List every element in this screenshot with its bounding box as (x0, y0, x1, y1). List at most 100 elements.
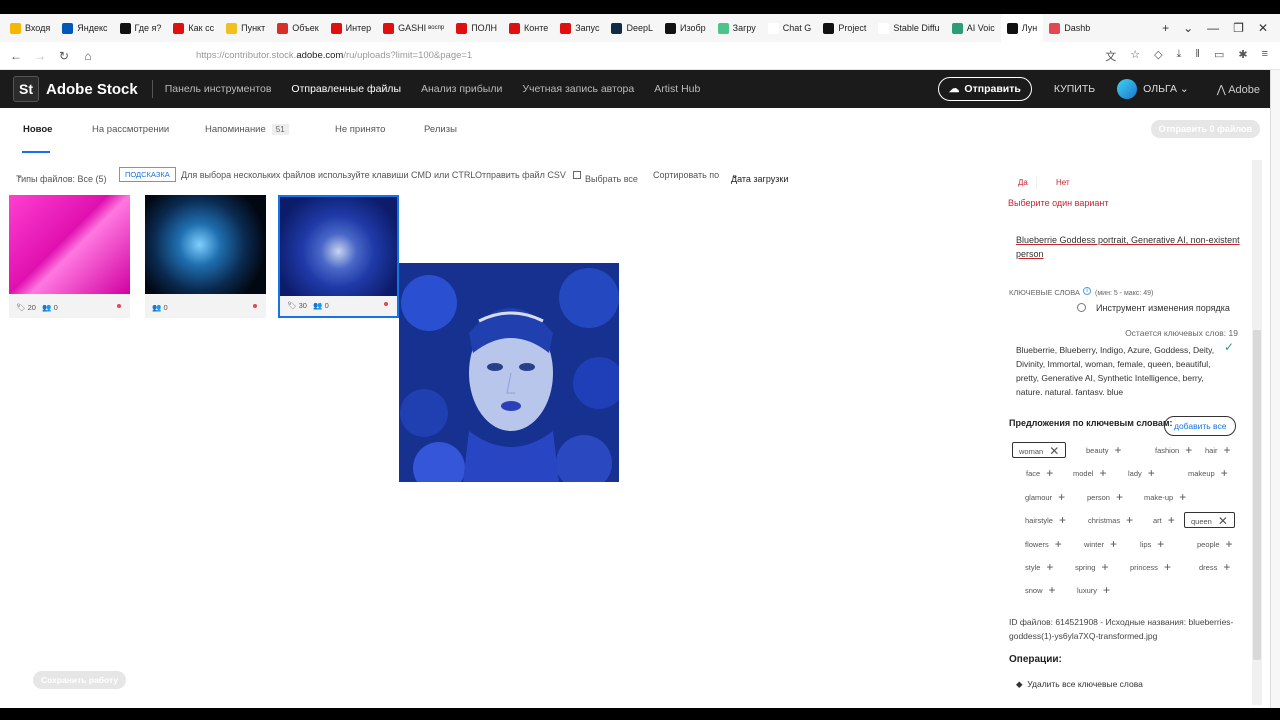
save-work-button[interactable]: Сохранить работу (33, 671, 127, 689)
add-icon[interactable]: + (1164, 560, 1171, 574)
thumbnail-circuit[interactable]: 👥 0 (145, 195, 266, 318)
add-icon[interactable]: + (1157, 537, 1164, 551)
user-menu[interactable]: ОЛЬГА ⌄ (1143, 83, 1189, 95)
keyword-chip-queen[interactable]: queen ✕ (1184, 512, 1235, 528)
keyword-chip-model[interactable]: model + (1067, 465, 1112, 481)
keyword-chip-hairstyle[interactable]: hairstyle + (1019, 512, 1072, 528)
reload-icon[interactable]: ↻ (52, 49, 76, 63)
page-scrollbar[interactable] (1270, 70, 1280, 708)
browser-tab[interactable]: Пункт (220, 14, 271, 42)
browser-tab[interactable]: AI Voic (946, 14, 1001, 42)
add-icon[interactable]: + (1185, 443, 1192, 457)
keyword-chip-style[interactable]: style + (1019, 559, 1059, 575)
send-files-button[interactable]: Отправить 0 файлов (1150, 120, 1260, 138)
add-icon[interactable]: + (1099, 466, 1106, 480)
scrollbar-thumb[interactable] (1253, 330, 1261, 660)
keyword-chip-luxury[interactable]: luxury + (1071, 582, 1116, 598)
keyword-chip-beauty[interactable]: beauty + (1080, 442, 1128, 458)
add-icon[interactable]: + (1055, 537, 1062, 551)
stock-logo[interactable]: St (13, 76, 39, 102)
downloads-icon[interactable]: ⤓ (1177, 48, 1182, 64)
tab-list-icon[interactable]: ⌄ (1183, 21, 1193, 35)
browser-tab[interactable]: Лун (1000, 14, 1044, 42)
nav-artist-hub[interactable]: Artist Hub (654, 83, 700, 95)
send-button[interactable]: ☁ Отправить (937, 77, 1032, 101)
add-icon[interactable]: + (1046, 466, 1053, 480)
add-icon[interactable]: + (1226, 537, 1233, 551)
keyword-chip-winter[interactable]: winter + (1078, 536, 1123, 552)
add-icon[interactable]: + (1168, 513, 1175, 527)
tab-releases[interactable]: Релизы (424, 124, 457, 135)
keyword-chip-makeup[interactable]: makeup + (1182, 465, 1234, 481)
add-icon[interactable]: + (1223, 560, 1230, 574)
keyword-chip-spring[interactable]: spring + (1069, 559, 1114, 575)
keyword-chip-lips[interactable]: lips + (1134, 536, 1170, 552)
keyword-chip-people[interactable]: people + (1191, 536, 1239, 552)
keyword-chip-christmas[interactable]: christmas + (1082, 512, 1139, 528)
library-icon[interactable]: ‖ (1195, 48, 1200, 64)
nav-dashboard[interactable]: Панель инструментов (165, 83, 272, 95)
remove-icon[interactable]: ✕ (1218, 514, 1228, 528)
browser-tab[interactable]: ПОЛН (450, 14, 503, 42)
keyword-chip-face[interactable]: face + (1020, 465, 1059, 481)
keyword-chip-make-up[interactable]: make-up + (1138, 489, 1192, 505)
add-icon[interactable]: + (1179, 490, 1186, 504)
brand-name[interactable]: Adobe Stock (46, 81, 138, 98)
url-field[interactable]: https://contributor.stock.adobe.com/ru/u… (196, 50, 472, 61)
bookmark-icon[interactable]: ☆ (1130, 48, 1140, 64)
nav-uploaded-files[interactable]: Отправленные файлы (291, 83, 401, 95)
tab-reminder[interactable]: Напоминание 51 (205, 124, 289, 135)
select-all-checkbox[interactable]: Выбрать все (573, 170, 638, 184)
keyword-chip-lady[interactable]: lady + (1122, 465, 1161, 481)
add-icon[interactable]: + (1101, 560, 1108, 574)
keyword-chip-fashion[interactable]: fashion + (1149, 442, 1198, 458)
keyword-chip-snow[interactable]: snow + (1019, 582, 1062, 598)
sidebar-icon[interactable]: ▭ (1214, 48, 1224, 64)
add-icon[interactable]: + (1058, 490, 1065, 504)
tab-in-review[interactable]: На рассмотрении (92, 124, 169, 135)
browser-tab[interactable]: Где я? (114, 14, 168, 42)
browser-tab[interactable]: Запус (554, 14, 605, 42)
browser-tab[interactable]: Интер (325, 14, 377, 42)
browser-tab[interactable]: DeepL (605, 14, 659, 42)
add-all-button[interactable]: добавить все (1164, 416, 1237, 436)
pocket-icon[interactable]: ◇ (1154, 48, 1162, 64)
close-window-icon[interactable]: ✕ (1258, 21, 1268, 35)
add-icon[interactable]: + (1103, 583, 1110, 597)
keyword-chip-hair[interactable]: hair + (1199, 442, 1237, 458)
add-icon[interactable]: + (1110, 537, 1117, 551)
title-field[interactable]: Blueberrie Goddess portrait, Generative … (1016, 233, 1241, 261)
browser-tab[interactable]: GASHI воспр (377, 14, 450, 42)
add-icon[interactable]: + (1059, 513, 1066, 527)
keywords-textarea[interactable]: Blueberrie, Blueberry, Indigo, Azure, Go… (1016, 343, 1216, 395)
home-icon[interactable]: ⌂ (76, 49, 100, 63)
csv-upload-link[interactable]: Отправить файл CSV (475, 170, 566, 180)
adobe-link[interactable]: ⋀ Adobe (1217, 83, 1260, 96)
browser-tab[interactable]: Dashb (1043, 14, 1096, 42)
add-icon[interactable]: + (1221, 466, 1228, 480)
keyword-chip-art[interactable]: art + (1147, 512, 1181, 528)
keyword-chip-person[interactable]: person + (1081, 489, 1129, 505)
avatar[interactable] (1117, 79, 1138, 99)
add-icon[interactable]: + (1224, 443, 1231, 457)
add-icon[interactable]: + (1116, 490, 1123, 504)
extensions-icon[interactable]: ✱ (1238, 48, 1247, 64)
keyword-chip-flowers[interactable]: flowers + (1019, 536, 1068, 552)
tab-new[interactable]: Новое (23, 124, 52, 135)
thumbnail-pink[interactable]: 🏷 20 👥 0 (9, 195, 130, 318)
thumbnail-goddess[interactable]: 🏷 30 👥 0 (278, 195, 399, 318)
nav-account[interactable]: Учетная запись автора (522, 83, 634, 95)
sort-dropdown[interactable]: Дата загрузки ⌄ (731, 170, 788, 184)
minimize-icon[interactable]: — (1207, 21, 1219, 35)
keyword-chip-glamour[interactable]: glamour + (1019, 489, 1071, 505)
translate-icon[interactable]: 文 (1105, 48, 1116, 64)
add-icon[interactable]: + (1049, 583, 1056, 597)
no-option[interactable]: Нет (1048, 176, 1078, 189)
add-icon[interactable]: + (1115, 443, 1122, 457)
browser-tab[interactable]: Изобр (659, 14, 712, 42)
restore-icon[interactable]: ❐ (1233, 21, 1244, 35)
browser-tab[interactable]: Chat G (762, 14, 818, 42)
browser-tab[interactable]: Stable Diffu (872, 14, 945, 42)
browser-tab[interactable]: Project (817, 14, 872, 42)
remove-icon[interactable]: ✕ (1049, 444, 1059, 458)
